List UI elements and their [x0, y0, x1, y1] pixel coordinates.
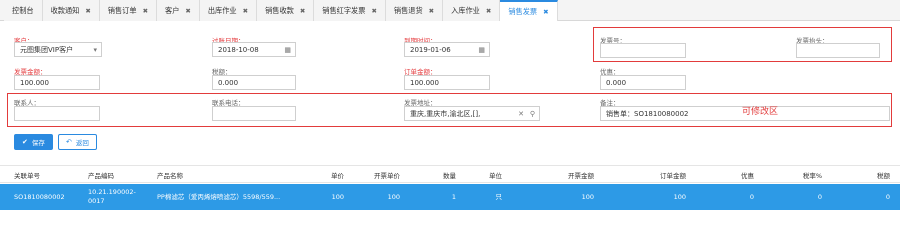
back-label: 返回	[75, 139, 89, 147]
editable-highlight-box	[593, 27, 892, 62]
undo-icon: ↶	[66, 138, 72, 146]
tab-sales-receipt[interactable]: 销售收款 ✖	[257, 0, 315, 21]
end-date-input[interactable]: 2019-01-06 ▦	[404, 42, 490, 57]
cell-product-name: PP棉滤芯（爱丙烯熔喷滤芯）5598/559...	[157, 192, 281, 201]
col-header[interactable]: 数量	[420, 166, 456, 183]
tab-inbound[interactable]: 入库作业 ✖	[443, 0, 501, 21]
back-button[interactable]: ↶ 返回	[58, 134, 97, 150]
tab-label: 出库作业	[207, 5, 237, 15]
cell-invoice-amount: 100	[581, 192, 594, 201]
close-icon[interactable]: ✖	[143, 7, 148, 15]
tab-label: 销售收款	[265, 5, 294, 15]
col-header[interactable]: 开票单价	[352, 166, 400, 183]
tab-customer[interactable]: 客户 ✖	[157, 0, 200, 21]
close-icon[interactable]: ✖	[486, 7, 491, 15]
table-row[interactable]: SO1810080002 10.21.190002-0017 PP棉滤芯（爱丙烯…	[0, 184, 900, 210]
close-icon[interactable]: ✖	[185, 7, 190, 15]
col-header[interactable]: 开票金额	[540, 166, 594, 183]
close-icon[interactable]: ✖	[300, 7, 305, 15]
discount-value: 0.000	[606, 78, 627, 87]
tax-amount-field: 0.000	[212, 75, 296, 90]
tab-red-invoice[interactable]: 销售红字发票 ✖	[314, 0, 386, 21]
col-header[interactable]: 订单金额	[630, 166, 686, 183]
start-date-input[interactable]: 2018-10-08 ▦	[212, 42, 296, 57]
customer-select[interactable]: 元图集团VIP客户 ▾	[14, 42, 102, 57]
col-header[interactable]: 单位	[470, 166, 502, 183]
tab-label: 客户	[165, 5, 180, 15]
chevron-down-icon: ▾	[93, 45, 97, 54]
close-icon[interactable]: ✖	[543, 8, 548, 16]
tab-label: 入库作业	[451, 5, 480, 15]
start-date-value: 2018-10-08	[218, 45, 259, 54]
tab-sales-invoice[interactable]: 销售发票 ✖	[500, 0, 558, 21]
save-button[interactable]: ✔ 保存	[14, 134, 53, 150]
invoice-amount-value: 100.000	[20, 78, 49, 87]
check-icon: ✔	[22, 138, 28, 146]
close-icon[interactable]: ✖	[371, 7, 376, 15]
col-header[interactable]: 产品编码	[88, 166, 114, 183]
tab-payment-notice[interactable]: 收款通知 ✖	[42, 0, 100, 21]
tab-label: 收款通知	[50, 5, 80, 15]
col-header[interactable]: 税额	[860, 166, 890, 183]
table-header: 关联单号 产品编码 产品名称 单价 开票单价 数量 单位 开票金额 订单金额 优…	[0, 165, 900, 183]
cell-product-code: 10.21.190002-0017	[88, 188, 136, 205]
save-label: 保存	[31, 139, 45, 147]
order-amount-value: 100.000	[410, 78, 439, 87]
cell-discount: 0	[749, 192, 754, 201]
order-amount-field: 100.000	[404, 75, 490, 90]
close-icon[interactable]: ✖	[429, 7, 434, 15]
tab-sales-order[interactable]: 销售订单 ✖	[99, 0, 158, 21]
tab-bar: 控制台 收款通知 ✖ 销售订单 ✖ 客户 ✖ 出库作业 ✖ 销售收款 ✖ 销售红字发票 ✖ …	[0, 0, 900, 21]
editable-area-annotation: 可修改区	[742, 107, 779, 117]
invoice-amount-field: 100.000	[14, 75, 100, 90]
close-icon[interactable]: ✖	[243, 7, 248, 15]
cell-order-amount: 100	[673, 192, 686, 201]
tab-sales-return[interactable]: 销售退货 ✖	[385, 0, 444, 21]
calendar-icon[interactable]: ▦	[478, 43, 485, 56]
tab-label: 销售红字发票	[322, 5, 366, 15]
col-header[interactable]: 单价	[300, 166, 344, 183]
discount-field: 0.000	[600, 75, 686, 90]
cell-tax-rate: 0	[817, 192, 822, 201]
tab-label: 控制台	[12, 5, 34, 15]
calendar-icon[interactable]: ▦	[284, 43, 291, 56]
tab-label: 销售退货	[393, 5, 423, 15]
tab-label: 销售发票	[508, 6, 538, 16]
col-header[interactable]: 税率%	[790, 166, 822, 183]
tax-amount-value: 0.000	[218, 78, 239, 87]
cell-tax-amount: 0	[885, 192, 890, 201]
cell-order-no: SO1810080002	[14, 192, 65, 201]
cell-unit: 只	[495, 192, 503, 201]
tab-outbound[interactable]: 出库作业 ✖	[199, 0, 258, 21]
customer-value: 元图集团VIP客户	[20, 45, 74, 54]
tab-label: 销售订单	[107, 5, 137, 15]
end-date-value: 2019-01-06	[410, 45, 451, 54]
cell-unit-price: 100	[331, 192, 344, 201]
col-header[interactable]: 关联单号	[14, 166, 40, 183]
cell-invoice-price: 100	[387, 192, 400, 201]
tab-console[interactable]: 控制台	[4, 0, 43, 21]
cell-quantity: 1	[451, 192, 456, 201]
col-header[interactable]: 优惠	[730, 166, 754, 183]
col-header[interactable]: 产品名称	[157, 166, 183, 183]
close-icon[interactable]: ✖	[85, 7, 90, 15]
